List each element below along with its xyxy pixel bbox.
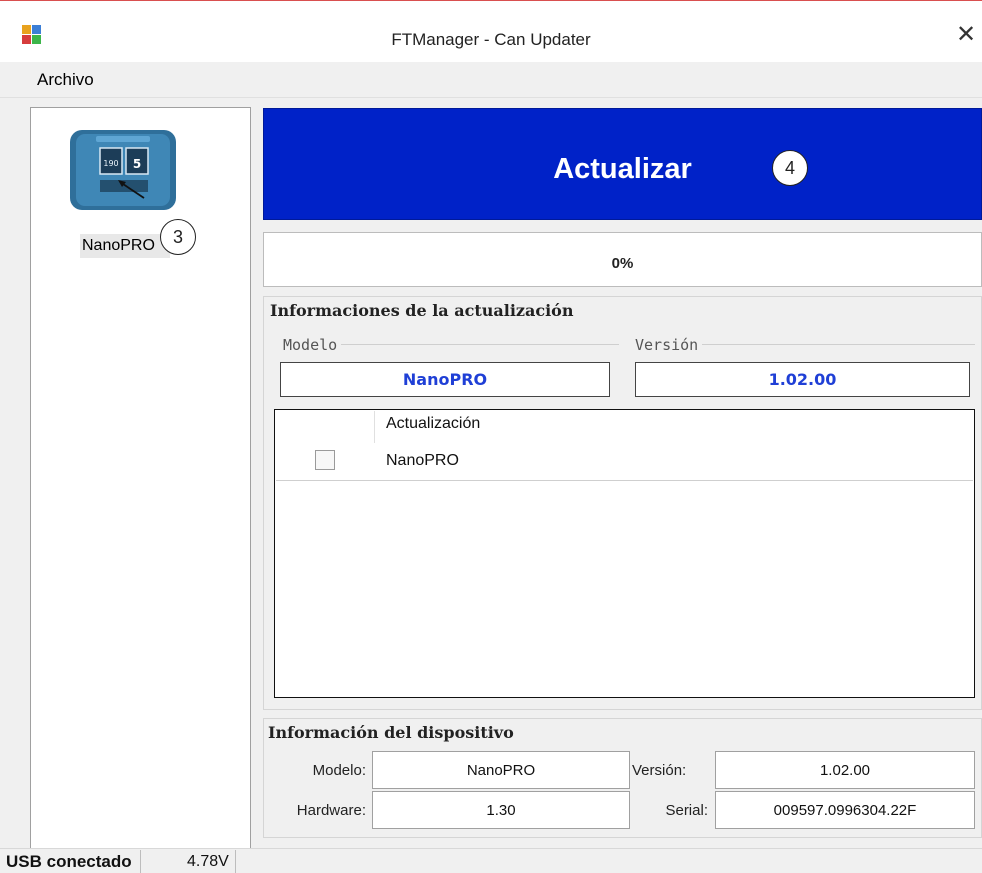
status-bar [0,848,982,873]
device-version-field: 1.02.00 [715,751,975,789]
row-separator [276,480,973,481]
device-version-label: Versión: [632,762,687,779]
close-button[interactable]: ✕ [950,18,982,52]
column-divider [374,411,375,443]
menu-archivo[interactable]: Archivo [37,62,94,98]
device-hardware-field: 1.30 [372,791,630,829]
window-title: FTManager - Can Updater [391,30,591,49]
callout-3: 3 [160,219,196,255]
device-list-item-label[interactable]: NanoPRO [80,234,170,258]
progress-text: 0% [611,255,634,272]
update-button[interactable]: Actualizar [263,108,982,220]
status-usb-connection: USB conectado [6,850,141,873]
table-row-label: NanoPRO [386,452,459,469]
device-serial-label: Serial: [665,802,708,819]
device-info-title: Información del dispositivo [268,723,514,742]
callout-4: 4 [772,150,808,186]
device-list-panel [30,107,251,853]
menu-bar [0,62,982,98]
device-hardware-label: Hardware: [296,802,366,819]
column-header-actualizacion[interactable]: Actualización [386,415,480,433]
modelo-legend: Modelo [283,336,342,354]
update-info-title: Informaciones de la actualización [270,301,574,320]
svg-text:5: 5 [133,157,141,171]
svg-text:190: 190 [103,159,118,168]
device-serial-field: 009597.0996304.22F [715,791,975,829]
status-voltage: 4.78V [181,850,236,873]
progress-bar: 0% [263,232,982,287]
device-modelo-field: NanoPRO [372,751,630,789]
version-legend: Versión [635,336,703,354]
device-screen-icon[interactable]: 190 5 [68,126,178,212]
row-checkbox[interactable] [315,450,335,470]
update-model-value: NanoPRO [280,362,610,397]
update-list-table[interactable] [274,409,975,698]
device-modelo-label: Modelo: [312,762,366,779]
update-version-value: 1.02.00 [635,362,970,397]
